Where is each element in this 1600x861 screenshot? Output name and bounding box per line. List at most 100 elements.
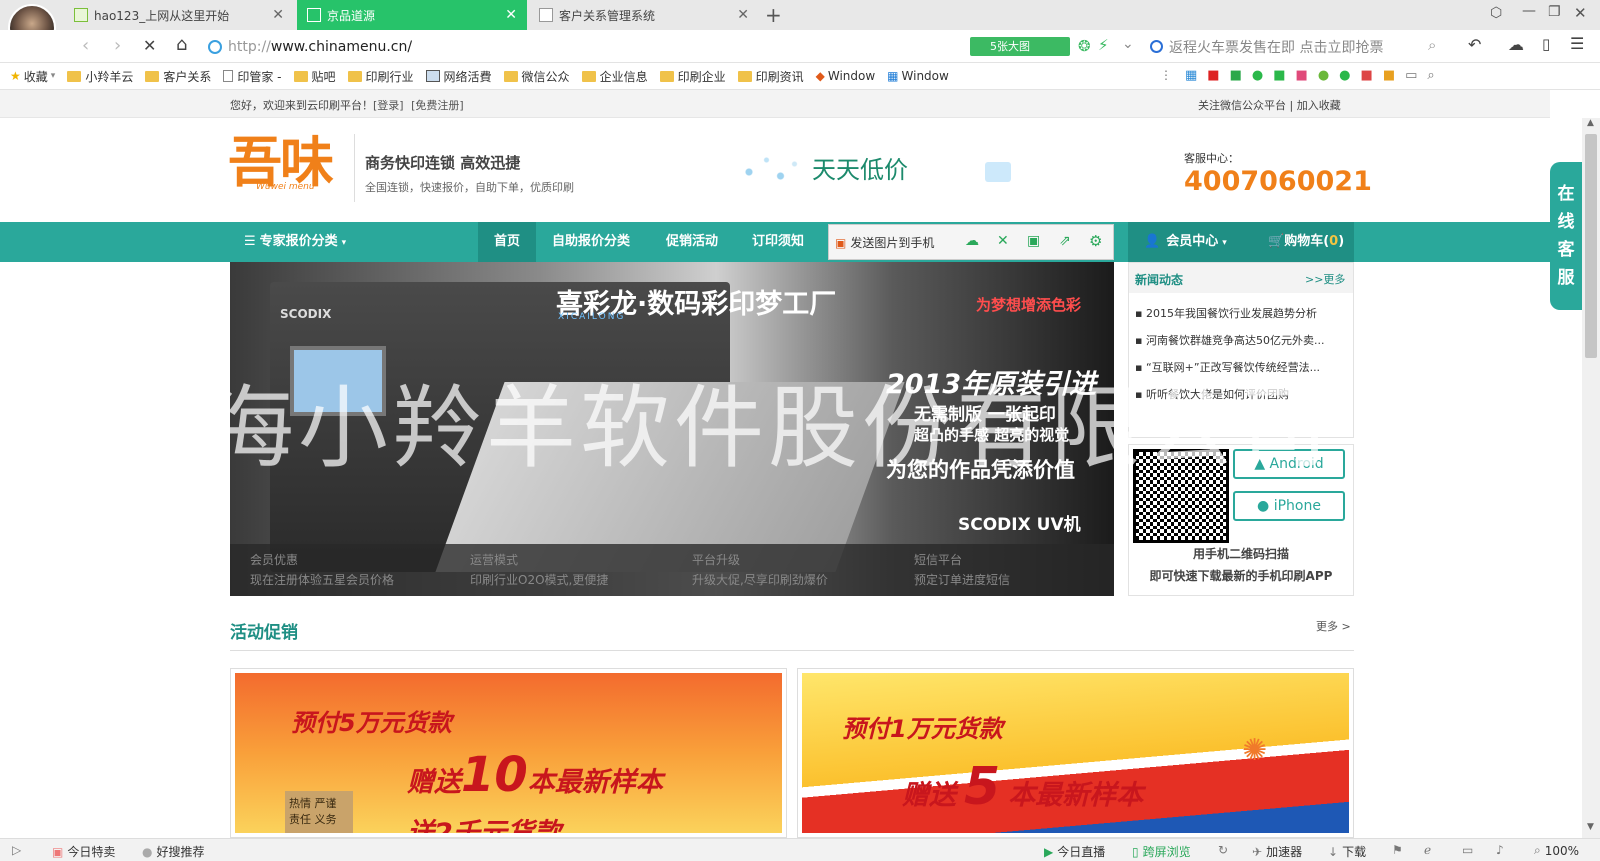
accelerator-link[interactable]: ✈ 加速器 (1252, 843, 1302, 860)
bookmark-item[interactable]: 客户关系 (145, 68, 211, 85)
category-menu[interactable]: ☰ 专家报价分类 ▾ (244, 222, 478, 262)
refresh-ring-icon[interactable]: ❂ (1078, 37, 1091, 55)
good-search-link[interactable]: ● 好搜推荐 (142, 843, 205, 860)
restore-icon[interactable]: ❐ (1548, 4, 1561, 20)
bookmark-item[interactable]: 网络活費 (425, 68, 492, 85)
page-scrollbar[interactable]: ▲ ▼ (1582, 118, 1600, 838)
dropdown-icon[interactable]: ⌄ (1122, 36, 1134, 52)
share-icon[interactable]: ⇗ (1059, 233, 1071, 249)
banner-item-sms[interactable]: 短信平台 预定订单进度短信 (914, 550, 1010, 590)
promo-card-2[interactable]: 预付1万元货款 赠送 5 本最新样本 ✺ (797, 668, 1354, 838)
follow-wechat-link[interactable]: 关注微信公众平台 (1198, 99, 1286, 112)
banner-item-upgrade[interactable]: 平台升级 升级大促,尽享印刷劲爆价 (692, 550, 828, 590)
bookmark-item[interactable]: 印刷资讯 (737, 68, 804, 85)
game-icon[interactable]: ● (1318, 68, 1329, 83)
volume-icon[interactable]: ♪ (1496, 843, 1504, 857)
big-image-button[interactable]: 5张大图 (970, 37, 1070, 56)
tab-hao123[interactable]: hao123_上网从这里开始 ✕ (64, 0, 294, 30)
iphone-button[interactable]: ● iPhone (1233, 491, 1345, 521)
ie-icon[interactable]: ℯ (1424, 843, 1431, 857)
lightning-icon[interactable]: ⚡ (1098, 36, 1109, 54)
today-deal-link[interactable]: ▣ 今日特卖 (52, 843, 115, 860)
bookmark-item[interactable]: 微信公众 (503, 68, 570, 85)
bookmark-item[interactable]: 小羚羊云 (67, 68, 133, 85)
new-tab-icon[interactable]: + (765, 3, 782, 27)
banner-item-member[interactable]: 会员优惠 现在注册体验五星会员价格 (250, 550, 394, 590)
find-icon[interactable]: ⌕ (1427, 68, 1434, 83)
nav-promotions[interactable]: 促销活动 (666, 222, 718, 262)
promo-more-link[interactable]: 更多 > (1316, 618, 1351, 634)
scroll-down-icon[interactable]: ▼ (1587, 822, 1594, 832)
online-service-tab[interactable]: 在 线 客 服 (1550, 162, 1582, 310)
undo-icon[interactable]: ↶ (1468, 35, 1481, 54)
url-field[interactable]: http://www.chinamenu.cn/ (208, 34, 944, 59)
apps-icon[interactable]: ▦ (1185, 68, 1197, 83)
back-icon[interactable]: ‹ (82, 35, 89, 56)
zoom-control[interactable]: ⌕ 100% (1534, 843, 1579, 858)
translate-icon[interactable]: ■ (1361, 68, 1373, 83)
menu-icon[interactable]: ☰ (1570, 34, 1584, 53)
nav-self-quote[interactable]: 自助报价分类 (552, 222, 630, 262)
more-bookmarks-icon[interactable]: ⋮ (1160, 68, 1172, 82)
register-link[interactable]: [免费注册] (411, 99, 464, 112)
expand-icon[interactable]: ✕ (997, 233, 1009, 249)
green-extension-icon[interactable]: ■ (1230, 68, 1242, 83)
news-item[interactable]: ▪ 河南餐饮群雄竞争高达50亿元外卖... (1135, 332, 1349, 348)
banner-item-operation[interactable]: 运营模式 印刷行业O2O模式,更便捷 (470, 550, 608, 590)
logo[interactable]: 吾味 Wuwei menu (228, 132, 348, 202)
minimize-icon[interactable]: — (1522, 3, 1536, 19)
shield-icon[interactable]: ● (1339, 68, 1350, 83)
screenshot-icon[interactable]: ▭ (1405, 68, 1417, 83)
close-icon[interactable]: ✕ (505, 7, 517, 23)
cross-screen-link[interactable]: ▯ 跨屏浏览 (1132, 843, 1191, 860)
tab-jingpin[interactable]: 京品道源 ✕ (297, 0, 527, 30)
bookmark-item[interactable]: 印刷企业 (659, 68, 726, 85)
bookmark-item[interactable]: 印管家 - (223, 68, 282, 85)
news-item[interactable]: ▪ 2015年我国餐饮行业发展趋势分析 (1135, 305, 1349, 321)
send-image-to-phone-button[interactable]: ▣ 发送图片到手机 (835, 234, 934, 251)
member-center-menu[interactable]: 👤 会员中心 ▾ (1144, 222, 1227, 262)
cart-button[interactable]: 🛒购物车(0) (1268, 222, 1344, 262)
calendar-icon[interactable]: ■ (1383, 68, 1395, 83)
close-icon[interactable]: ✕ (272, 7, 284, 23)
service-phone[interactable]: 4007060021 (1184, 166, 1372, 197)
cloud-icon[interactable]: ☁ (965, 233, 979, 249)
scroll-up-icon[interactable]: ▲ (1587, 118, 1594, 128)
skin-icon[interactable]: ⬡ (1490, 5, 1502, 21)
cloud-icon[interactable]: ☁ (1508, 35, 1524, 54)
bookmark-favorites[interactable]: ★ 收藏 ▾ (10, 68, 55, 85)
settings-icon[interactable]: ⚙ (1089, 232, 1102, 250)
tab-crm[interactable]: 客户关系管理系统 ✕ (529, 0, 759, 30)
wechat-icon[interactable]: ● (1252, 68, 1263, 83)
search-go-icon[interactable]: ⌕ (1428, 36, 1436, 54)
close-window-icon[interactable]: ✕ (1574, 4, 1587, 22)
close-icon[interactable]: ✕ (737, 7, 749, 23)
bookmark-item[interactable]: 企业信息 (581, 68, 648, 85)
scrollbar-thumb[interactable] (1585, 134, 1597, 358)
flag-icon[interactable]: ⚑ (1392, 843, 1403, 857)
search-box[interactable]: 返程火车票发售在即 点击立即抢票 (1150, 35, 1450, 58)
map-icon[interactable]: ■ (1273, 68, 1285, 83)
refresh-icon[interactable]: ↻ (1218, 843, 1228, 857)
window-icon[interactable]: ▭ (1462, 843, 1473, 857)
bookmark-item[interactable]: ▦ Window (887, 69, 949, 83)
nav-home[interactable]: 首页 (478, 222, 536, 262)
bookmark-item[interactable]: 贴吧 (293, 68, 336, 85)
phone-icon[interactable]: ▯ (1542, 35, 1550, 53)
bookmark-item[interactable]: 印刷行业 (347, 68, 414, 85)
today-live-link[interactable]: ▶ 今日直播 (1044, 843, 1105, 860)
bookmark-item[interactable]: ◆ Window (816, 69, 876, 83)
nav-order-notice[interactable]: 订印须知 (752, 222, 804, 262)
stop-icon[interactable]: ✕ (143, 36, 156, 55)
add-favorite-link[interactable]: 加入收藏 (1297, 99, 1341, 112)
home-icon[interactable]: ⌂ (176, 34, 187, 55)
gift-icon[interactable]: ■ (1296, 68, 1308, 83)
promo-card-1[interactable]: 预付5万元货款 赠送10本最新样本 送2千元货款 热情 严谨 责任 义务 (230, 668, 787, 838)
save-icon[interactable]: ▣ (1027, 233, 1040, 249)
login-link[interactable]: [登录] (373, 99, 404, 112)
download-link[interactable]: ↓ 下载 (1328, 843, 1366, 860)
forward-icon[interactable]: › (114, 35, 121, 56)
red-extension-icon[interactable]: ■ (1207, 68, 1219, 83)
news-more-link[interactable]: >>更多 (1305, 271, 1345, 287)
sidebar-toggle-icon[interactable]: ▷ (12, 843, 21, 857)
